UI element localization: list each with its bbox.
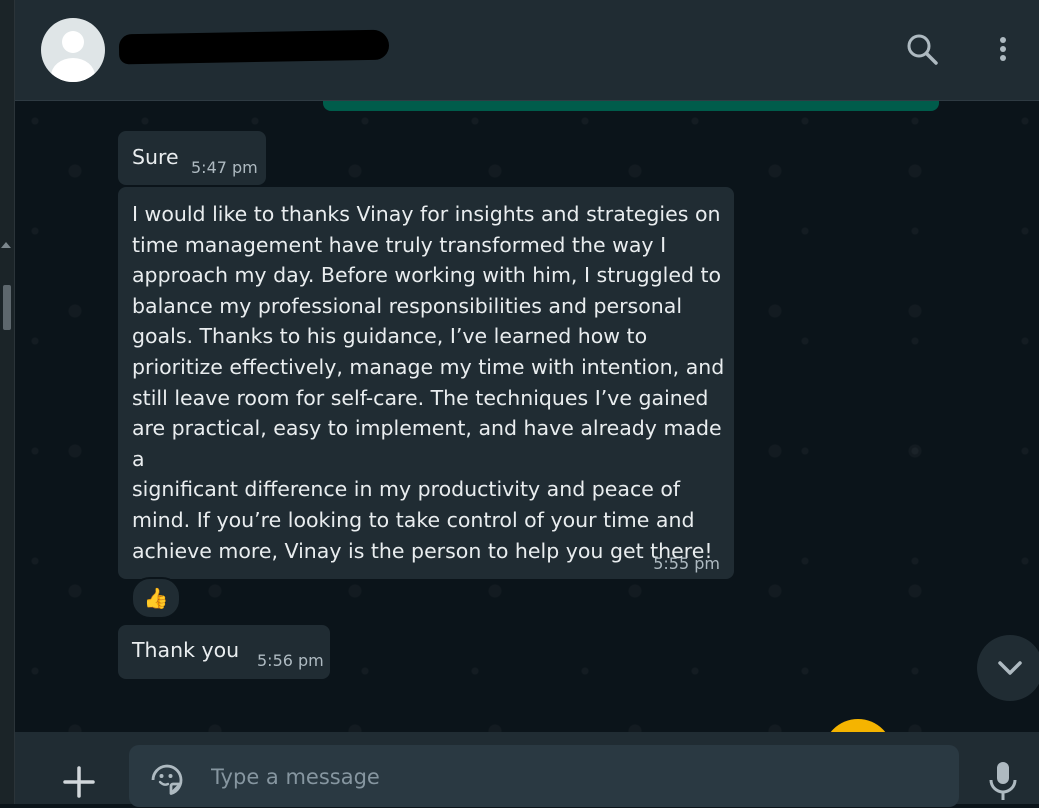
message-time: 5:56 pm — [257, 651, 324, 670]
plus-icon — [63, 766, 95, 798]
message-time: 5:55 pm — [653, 554, 720, 573]
outgoing-message-bubble-partial[interactable] — [323, 101, 939, 111]
message-input[interactable] — [209, 759, 933, 795]
animated-emoji-peek — [823, 719, 893, 732]
avatar-body-shape — [51, 58, 95, 82]
window-left-edge — [0, 0, 15, 804]
sticker-icon — [151, 764, 183, 795]
message-input-box[interactable] — [129, 745, 959, 807]
thumbs-up-icon: 👍 — [143, 586, 169, 610]
scroll-to-bottom-button[interactable] — [977, 635, 1039, 701]
microphone-icon — [989, 762, 1017, 800]
composer-bar — [15, 732, 1039, 807]
scroll-up-arrow-icon[interactable] — [1, 242, 11, 248]
message-text: Thank you — [132, 638, 240, 662]
chevron-down-icon — [998, 661, 1022, 675]
scrollbar-handle[interactable] — [3, 285, 11, 330]
incoming-message[interactable]: Thank you 5:56 pm — [118, 625, 330, 679]
search-button[interactable] — [903, 30, 943, 70]
more-options-button[interactable] — [991, 30, 1015, 70]
sticker-button[interactable] — [149, 762, 185, 798]
message-list[interactable]: Sure 5:47 pm I would like to thanks Vina… — [15, 101, 1039, 732]
message-text: Sure — [132, 145, 179, 169]
more-options-icon — [1000, 37, 1006, 61]
message-time: 5:47 pm — [191, 158, 258, 177]
chat-header — [15, 0, 1039, 101]
attach-button[interactable] — [59, 764, 99, 804]
message-text: I would like to thanks Vinay for insight… — [132, 202, 725, 563]
default-avatar-icon — [62, 31, 84, 53]
incoming-message[interactable]: I would like to thanks Vinay for insight… — [118, 187, 734, 579]
incoming-message[interactable]: Sure 5:47 pm — [118, 131, 266, 185]
thumbs-up-reaction[interactable]: 👍 — [131, 577, 181, 619]
contact-avatar[interactable] — [41, 18, 105, 82]
voice-message-button[interactable] — [985, 760, 1021, 804]
redacted-contact-name[interactable] — [118, 29, 390, 65]
search-icon — [907, 34, 938, 65]
